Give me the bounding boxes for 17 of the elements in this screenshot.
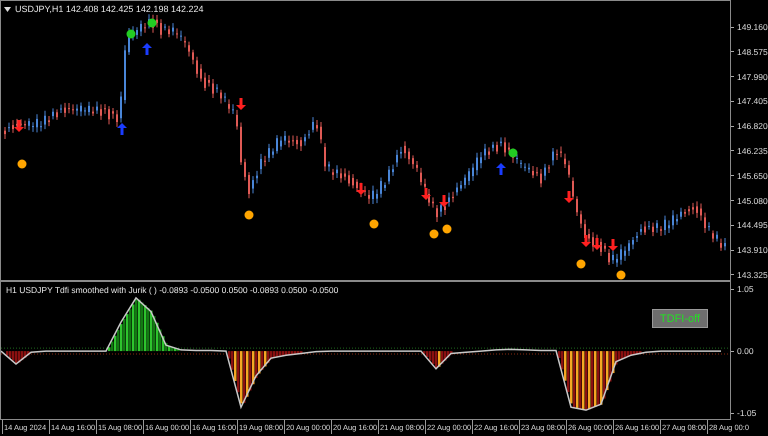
indicator-axis-label: -1.05 — [731, 407, 756, 420]
indicator-title: H1 USDJPY Tdfi smoothed with Jurik ( ) -0.0893 -0.0500 0.0500 -0.0893 0.0500 -0.0500 — [6, 285, 338, 295]
indicator-axis-label: 1.05 — [731, 283, 754, 296]
price-axis-label: 148.575 — [731, 46, 768, 58]
price-axis-label: 143.325 — [731, 268, 768, 281]
price-axis-label: 149.160 — [731, 21, 768, 33]
symbol-quote-text: USDJPY,H1 142.408 142.425 142.198 142.224 — [15, 4, 204, 14]
tdfi-toggle-button[interactable]: TDFI-off — [652, 309, 708, 328]
indicator-axis-label: 0.00 — [731, 345, 754, 358]
price-axis-label: 145.650 — [731, 170, 768, 182]
price-axis-label: 145.080 — [731, 194, 768, 207]
price-axis-label: 147.990 — [731, 70, 768, 83]
price-axis-label: 146.820 — [731, 120, 768, 132]
price-axis-label: 147.405 — [731, 95, 768, 108]
price-axis-label: 143.910 — [731, 244, 768, 256]
price-axis-label: 146.235 — [731, 144, 768, 157]
price-axis-label: 144.495 — [731, 219, 768, 232]
